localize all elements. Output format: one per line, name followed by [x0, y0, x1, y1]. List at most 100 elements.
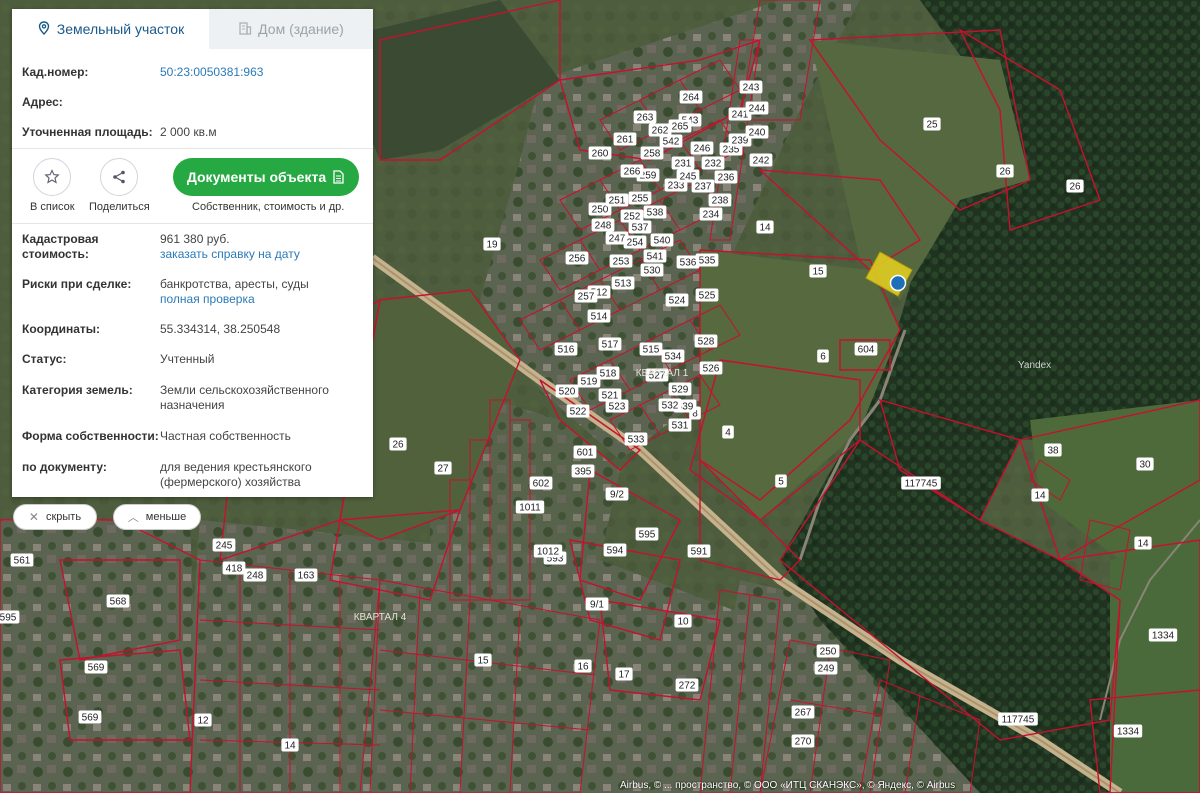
parcel-number-label[interactable]: 528	[698, 337, 715, 348]
parcel-number-label[interactable]: 232	[705, 159, 722, 170]
parcel-number-label[interactable]: 524	[669, 296, 686, 307]
parcel-number-label[interactable]: 595	[0, 613, 17, 624]
parcel-number-label[interactable]: 534	[665, 352, 682, 363]
parcel-number-label[interactable]: 530	[644, 266, 661, 277]
parcel-number-label[interactable]: 240	[749, 128, 766, 139]
parcel-number-label[interactable]: 245	[680, 172, 697, 183]
parcel-number-label[interactable]: 515	[643, 345, 660, 356]
parcel-number-label[interactable]: 231	[675, 159, 692, 170]
parcel-number-label[interactable]: 30	[1139, 460, 1151, 471]
parcel-number-label[interactable]: 541	[647, 252, 664, 263]
tab-building[interactable]: Дом (здание)	[209, 9, 373, 49]
parcel-number-label[interactable]: 14	[284, 741, 296, 752]
parcel-number-label[interactable]: 257	[578, 292, 595, 303]
parcel-number-label[interactable]: 250	[592, 205, 609, 216]
parcel-number-label[interactable]: 540	[654, 236, 671, 247]
cad-number-value[interactable]: 50:23:0050381:963	[160, 65, 363, 80]
parcel-number-label[interactable]: 26	[1069, 182, 1081, 193]
parcel-number-label[interactable]: 519	[581, 377, 598, 388]
parcel-number-label[interactable]: 561	[14, 556, 31, 567]
parcel-number-label[interactable]: 267	[795, 708, 812, 719]
parcel-number-label[interactable]: 591	[691, 547, 708, 558]
parcel-number-label[interactable]: 117745	[905, 479, 938, 490]
parcel-number-label[interactable]: 418	[226, 564, 243, 575]
order-certificate-link[interactable]: заказать справку на дату	[160, 247, 300, 261]
parcel-number-label[interactable]: 237	[695, 182, 712, 193]
parcel-number-label[interactable]: 263	[637, 113, 654, 124]
parcel-number-label[interactable]: 4	[725, 428, 731, 439]
parcel-number-label[interactable]: 266	[624, 167, 641, 178]
parcel-number-label[interactable]: 251	[609, 196, 626, 207]
parcel-number-label[interactable]: 253	[613, 257, 630, 268]
parcel-number-label[interactable]: 569	[82, 713, 99, 724]
full-check-link[interactable]: полная проверка	[160, 292, 255, 306]
parcel-number-label[interactable]: 265	[672, 122, 689, 133]
parcel-number-label[interactable]: 568	[110, 597, 127, 608]
parcel-number-label[interactable]: 1012	[537, 547, 560, 558]
hide-panel-button[interactable]: ✕ скрыть	[13, 504, 97, 530]
parcel-number-label[interactable]: 542	[663, 137, 680, 148]
parcel-number-label[interactable]: 536	[680, 258, 697, 269]
parcel-number-label[interactable]: 529	[672, 385, 689, 396]
parcel-number-label[interactable]: 535	[699, 256, 716, 267]
parcel-number-label[interactable]: 1011	[519, 503, 541, 514]
parcel-number-label[interactable]: 532	[662, 401, 679, 412]
parcel-number-label[interactable]: 245	[216, 541, 233, 552]
parcel-number-label[interactable]: 525	[699, 291, 716, 302]
parcel-number-label[interactable]: 16	[577, 662, 589, 673]
parcel-number-label[interactable]: 254	[627, 238, 644, 249]
parcel-number-label[interactable]: 10	[677, 617, 689, 628]
parcel-number-label[interactable]: 5	[778, 477, 784, 488]
parcel-number-label[interactable]: 252	[624, 212, 641, 223]
parcel-number-label[interactable]: 243	[743, 83, 760, 94]
parcel-number-label[interactable]: 248	[247, 571, 264, 582]
parcel-number-label[interactable]: 9/2	[610, 490, 624, 501]
parcel-number-label[interactable]: 537	[632, 223, 649, 234]
parcel-number-label[interactable]: 250	[820, 647, 837, 658]
parcel-number-label[interactable]: 258	[644, 149, 661, 160]
share-button[interactable]	[100, 158, 138, 196]
parcel-number-label[interactable]: 26	[392, 440, 404, 451]
parcel-number-label[interactable]: 1334	[1117, 727, 1140, 738]
parcel-number-label[interactable]: 14	[1034, 491, 1046, 502]
parcel-number-label[interactable]: 17	[618, 670, 630, 681]
parcel-number-label[interactable]: 513	[615, 279, 632, 290]
parcel-number-label[interactable]: 25	[926, 120, 938, 131]
parcel-number-label[interactable]: 6	[820, 352, 826, 363]
parcel-number-label[interactable]: 244	[749, 104, 766, 115]
parcel-number-label[interactable]: 523	[609, 402, 626, 413]
parcel-number-label[interactable]: 163	[298, 571, 315, 582]
parcel-number-label[interactable]: 526	[703, 364, 720, 375]
parcel-number-label[interactable]: 518	[600, 369, 617, 380]
parcel-number-label[interactable]: 260	[592, 149, 609, 160]
parcel-number-label[interactable]: 19	[486, 240, 498, 251]
parcel-number-label[interactable]: 594	[607, 546, 624, 557]
parcel-number-label[interactable]: 522	[570, 407, 587, 418]
parcel-number-label[interactable]: 14	[1137, 539, 1149, 550]
parcel-number-label[interactable]: 602	[533, 479, 550, 490]
parcel-number-label[interactable]: 595	[639, 530, 656, 541]
parcel-number-label[interactable]: 255	[632, 194, 649, 205]
parcel-number-label[interactable]: 236	[718, 173, 735, 184]
parcel-number-label[interactable]: 14	[759, 223, 771, 234]
parcel-number-label[interactable]: 117745	[1002, 715, 1035, 726]
parcel-number-label[interactable]: 520	[559, 387, 576, 398]
parcel-number-label[interactable]: 238	[712, 196, 729, 207]
parcel-number-label[interactable]: 242	[753, 156, 770, 167]
parcel-number-label[interactable]: 247	[609, 234, 626, 245]
parcel-number-label[interactable]: 1334	[1152, 631, 1175, 642]
parcel-number-label[interactable]: 261	[617, 135, 634, 146]
parcel-number-label[interactable]: 517	[602, 340, 619, 351]
parcel-number-label[interactable]: 9/1	[590, 600, 604, 611]
parcel-number-label[interactable]: 604	[858, 345, 875, 356]
parcel-number-label[interactable]: 27	[437, 464, 449, 475]
object-documents-button[interactable]: Документы объекта	[173, 158, 359, 196]
collapse-panel-button[interactable]: ︿ меньше	[113, 504, 201, 530]
tab-land-plot[interactable]: Земельный участок	[12, 9, 209, 49]
parcel-number-label[interactable]: 12	[197, 716, 209, 727]
parcel-number-label[interactable]: 516	[558, 345, 575, 356]
parcel-number-label[interactable]: 249	[818, 664, 835, 675]
parcel-number-label[interactable]: 256	[569, 254, 586, 265]
parcel-number-label[interactable]: 248	[595, 221, 612, 232]
parcel-number-label[interactable]: 270	[795, 737, 812, 748]
